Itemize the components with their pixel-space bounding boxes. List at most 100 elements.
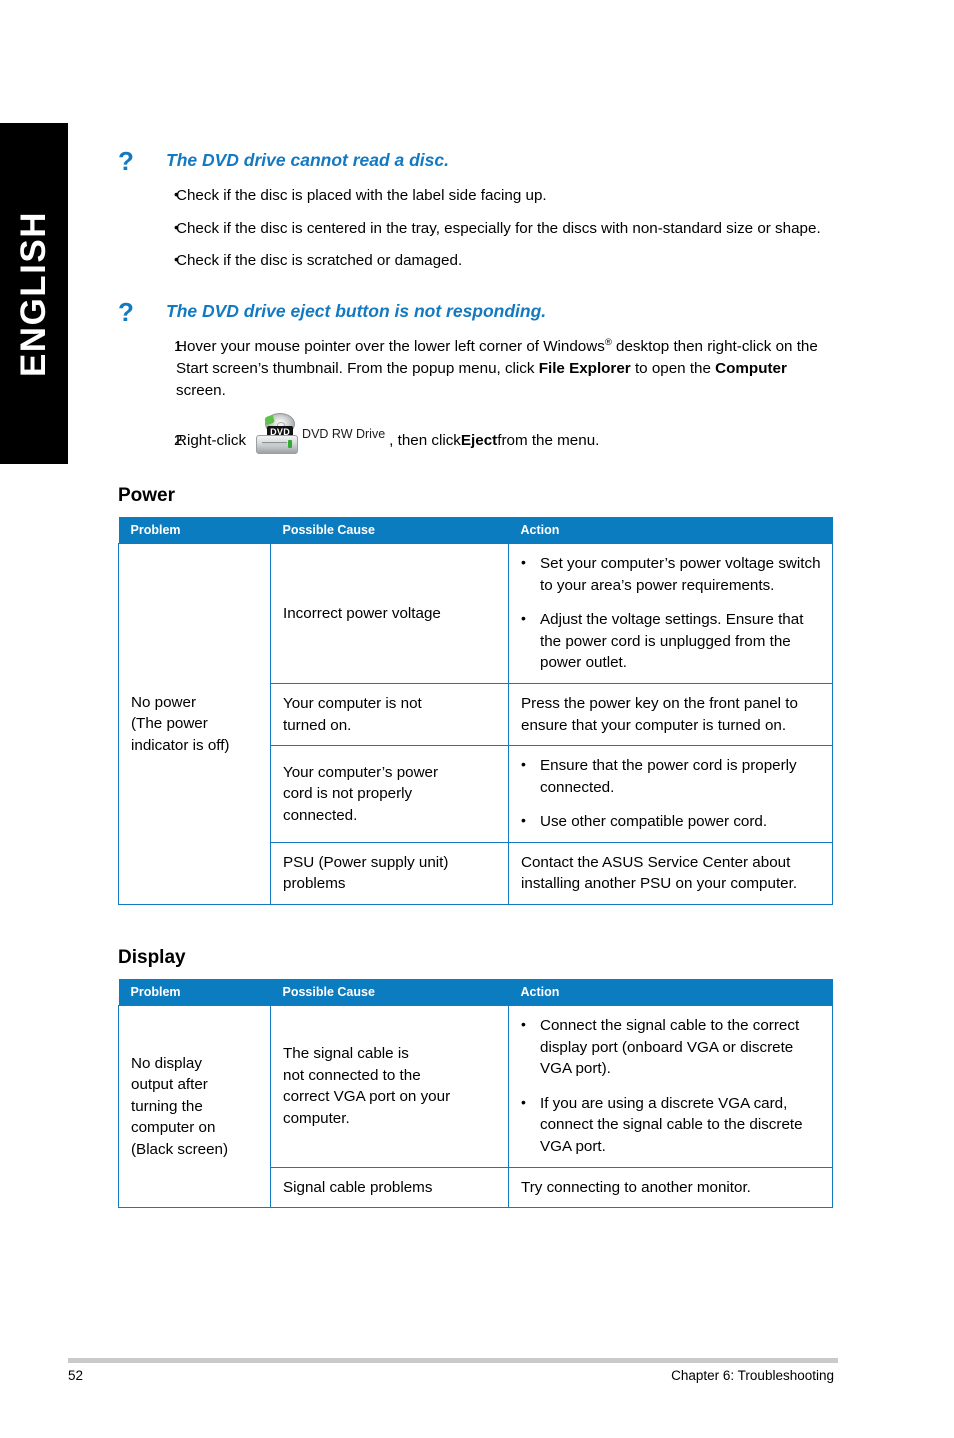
bullet-marker: • <box>174 186 179 203</box>
cell-possible-cause: Your computer’s power cord is not proper… <box>270 745 509 843</box>
action-text: Set your computer’s power voltage switch… <box>540 555 821 594</box>
list-item: • If you are using a discrete VGA card, … <box>521 1093 822 1158</box>
step-2-bold-eject: Eject <box>460 431 498 449</box>
cell-possible-cause: PSU (Power supply unit) problems <box>270 841 509 906</box>
list-item: • Check if the disc is centered in the t… <box>118 218 834 240</box>
question-mark-icon: ? <box>118 146 134 176</box>
dvd-drive-glyph: DVD <box>256 413 300 455</box>
display-troubleshooting-table: Problem Possible Cause Action No display… <box>118 979 833 1209</box>
list-item: • Check if the disc is scratched or dama… <box>118 250 834 272</box>
cause-line: problems <box>283 875 346 893</box>
cause-lines: Your computer is not turned on. <box>283 693 498 736</box>
faq-block-eject-not-responding: ? The DVD drive eject button is not resp… <box>118 297 834 461</box>
cell-problem: No display output after turning the comp… <box>118 1005 271 1209</box>
problem-line: No power <box>131 693 196 711</box>
cell-possible-cause: The signal cable is not connected to the… <box>270 1005 509 1168</box>
top-spacer <box>118 0 834 148</box>
list-item: 1. Hover your mouse pointer over the low… <box>118 336 834 401</box>
table-row: No power (The power indicator is off) In… <box>118 543 833 906</box>
step-text-part1: Hover your mouse pointer over the lower … <box>176 338 605 356</box>
cause-line: computer. <box>283 1109 350 1127</box>
cause-lines: Your computer’s power cord is not proper… <box>283 762 498 827</box>
question-mark-icon: ? <box>118 297 134 328</box>
step-number: 2. <box>174 431 187 449</box>
section-power: Power Problem Possible Cause Action No p… <box>118 485 834 906</box>
footer-page-number: 52 <box>68 1368 84 1383</box>
table-header-row: Problem Possible Cause Action <box>118 517 833 544</box>
list-item: • Use other compatible power cord. <box>521 811 822 833</box>
cell-action: Try connecting to another monitor. <box>508 1166 833 1209</box>
page-content: ? The DVD drive cannot read a disc. • Ch… <box>118 0 834 1209</box>
language-side-tab: ENGLISH <box>0 123 68 464</box>
action-text: Contact the ASUS Service Center about in… <box>521 853 798 893</box>
cause-line: cord is not properly <box>283 785 413 803</box>
cause-lines: PSU (Power supply unit) problems <box>283 852 498 895</box>
section-display: Display Problem Possible Cause Action No… <box>118 947 834 1209</box>
step-text-part4: screen. <box>176 381 226 399</box>
problem-line: (Black screen) <box>131 1140 229 1158</box>
drive-tray-slot <box>262 442 288 447</box>
footer-chapter-label: Chapter 6: Troubleshooting <box>671 1368 834 1383</box>
problem-line: indicator is off) <box>131 736 230 754</box>
step-2-suffix: from the menu. <box>497 431 600 449</box>
step-2-prefix: Right-click <box>176 431 247 449</box>
action-bullet-list: • Ensure that the power cord is properly… <box>521 755 822 833</box>
page-title-display: Display <box>118 947 186 969</box>
column-header-possible-cause: Possible Cause <box>270 517 509 544</box>
list-item-text: Check if the disc is centered in the tra… <box>176 219 821 237</box>
problem-line: computer on <box>131 1119 216 1137</box>
list-item: • Connect the signal cable to the correc… <box>521 1015 822 1080</box>
list-item-text: Check if the disc is scratched or damage… <box>176 252 463 270</box>
list-item: • Adjust the voltage settings. Ensure th… <box>521 609 822 674</box>
faq-title: The DVD drive cannot read a disc. <box>166 150 449 170</box>
step-text-part3: to open the <box>630 359 716 377</box>
registered-mark: ® <box>604 337 612 349</box>
column-header-problem: Problem <box>118 979 271 1006</box>
step-2-middle: , then click <box>389 431 461 449</box>
faq-step-list: 1. Hover your mouse pointer over the low… <box>118 336 834 401</box>
cause-line: The signal cable is <box>283 1045 409 1063</box>
cell-action: • Set your computer’s power voltage swit… <box>508 543 833 685</box>
column-header-action: Action <box>508 979 833 1006</box>
problem-line: turning the <box>131 1097 203 1115</box>
dvd-rw-drive-icon: DVD DVD RW Drive <box>256 413 385 455</box>
action-text: If you are using a discrete VGA card, co… <box>540 1094 803 1155</box>
dvd-drive-caption: DVD RW Drive <box>302 427 386 442</box>
step-2-row: 2. Right-click DVD DVD RW Drive , then c… <box>118 413 834 461</box>
cell-possible-cause: Signal cable problems <box>270 1166 509 1209</box>
faq-heading-row: ? The DVD drive eject button is not resp… <box>118 297 834 328</box>
footer-divider <box>68 1358 838 1363</box>
cell-action: • Connect the signal cable to the correc… <box>508 1005 833 1168</box>
bullet-marker: • <box>521 1016 526 1033</box>
action-text: Use other compatible power cord. <box>540 813 768 831</box>
cause-line: not connected to the <box>283 1066 421 1084</box>
action-text: Adjust the voltage settings. Ensure that… <box>540 611 804 672</box>
bullet-marker: • <box>521 812 526 829</box>
action-text: Try connecting to another monitor. <box>521 1178 751 1196</box>
cell-action: • Ensure that the power cord is properly… <box>508 745 833 843</box>
cause-lines: Incorrect power voltage <box>283 603 498 625</box>
bullet-marker: • <box>174 251 179 268</box>
cause-lines: The signal cable is not connected to the… <box>283 1043 498 1129</box>
cause-line: Your computer is not <box>283 695 422 713</box>
cause-line: correct VGA port on your <box>283 1088 451 1106</box>
cell-possible-cause: Incorrect power voltage <box>270 543 509 685</box>
action-text: Connect the signal cable to the correct … <box>540 1017 800 1078</box>
cell-action: Press the power key on the front panel t… <box>508 683 833 747</box>
problem-lines: No display output after turning the comp… <box>131 1053 260 1161</box>
step-text-bold-file-explorer: File Explorer <box>538 359 631 377</box>
cause-line: Signal cable problems <box>283 1178 433 1196</box>
action-text: Press the power key on the front panel t… <box>521 695 798 734</box>
problem-line: No display <box>131 1054 202 1072</box>
cause-lines: Signal cable problems <box>283 1177 498 1199</box>
problem-line: output after <box>131 1076 208 1094</box>
cell-problem: No power (The power indicator is off) <box>118 543 271 906</box>
list-item-text: Check if the disc is placed with the lab… <box>176 187 547 205</box>
step-text-bold-computer: Computer <box>715 359 787 377</box>
cell-possible-cause: Your computer is not turned on. <box>270 683 509 747</box>
column-header-action: Action <box>508 517 833 544</box>
cause-line: turned on. <box>283 716 352 734</box>
power-troubleshooting-table: Problem Possible Cause Action No power (… <box>118 517 833 906</box>
drive-led-icon <box>288 440 293 449</box>
